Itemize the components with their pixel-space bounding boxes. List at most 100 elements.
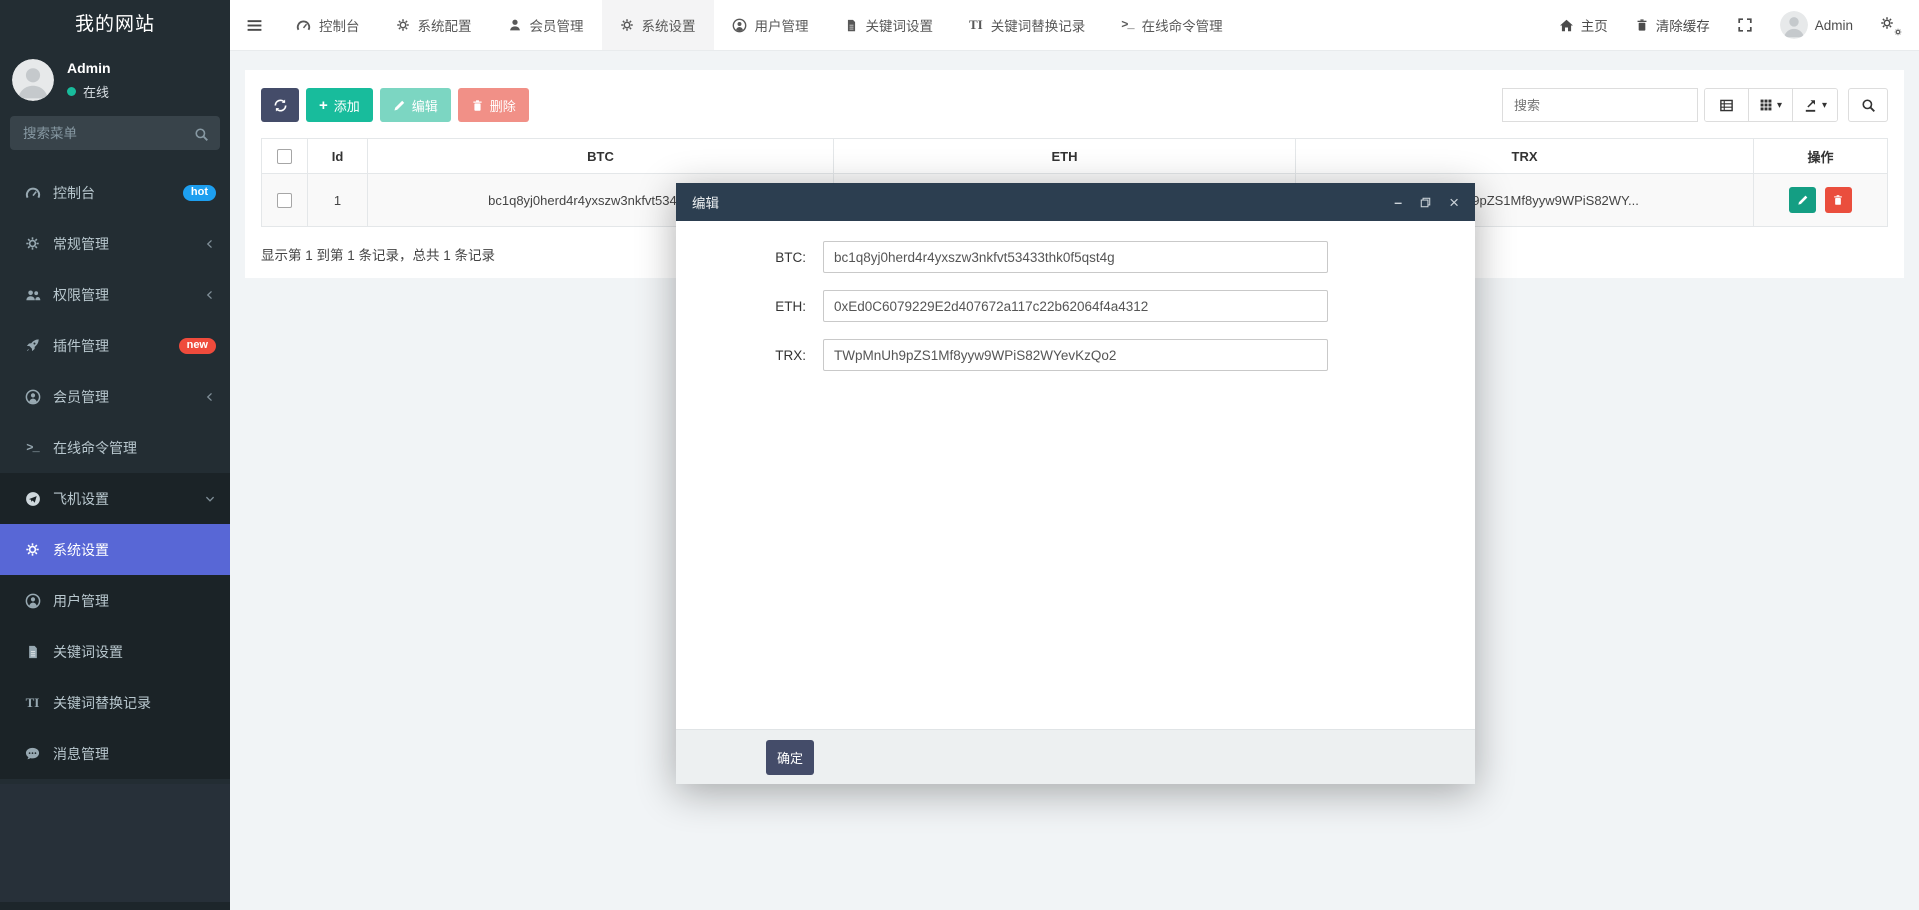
comment-icon (21, 746, 44, 761)
sidebar-item-auth[interactable]: 权限管理 (0, 269, 230, 320)
sidebar-item-general[interactable]: 常规管理 (0, 218, 230, 269)
fullscreen-button[interactable] (1737, 17, 1753, 33)
column-header-actions: 操作 (1754, 139, 1888, 174)
refresh-button[interactable] (261, 88, 299, 122)
restore-icon (1419, 196, 1432, 209)
topnav-username: Admin (1815, 18, 1853, 33)
menu-toggle-button[interactable] (230, 0, 278, 50)
tab-label: 系统设置 (642, 15, 696, 35)
export-icon (1803, 98, 1818, 113)
tab-online-command[interactable]: >_ 在线命令管理 (1103, 0, 1240, 50)
caret-down-icon: ▾ (1822, 100, 1827, 111)
row-edit-button[interactable] (1789, 187, 1816, 213)
tab-label: 控制台 (319, 15, 360, 35)
sidebar-item-dashboard[interactable]: 控制台 hot (0, 167, 230, 218)
tab-label: 系统配置 (418, 15, 472, 35)
column-header-trx[interactable]: TRX (1296, 139, 1754, 174)
topnav-right: 主页 清除缓存 Admin (1559, 0, 1919, 50)
tab-keyword-settings[interactable]: 关键词设置 (827, 0, 952, 50)
sidebar-item-user-management[interactable]: 用户管理 (0, 575, 230, 626)
home-button[interactable]: 主页 (1559, 15, 1608, 35)
users-icon (21, 287, 44, 303)
export-dropdown-button[interactable]: ▾ (1793, 89, 1837, 121)
tab-keyword-replace-log[interactable]: TI 关键词替换记录 (951, 0, 1103, 50)
trash-icon (471, 99, 484, 112)
maximize-button[interactable] (1419, 196, 1432, 209)
minimize-button[interactable]: – (1394, 195, 1402, 209)
row-checkbox[interactable] (277, 193, 292, 208)
row-delete-button[interactable] (1825, 187, 1852, 213)
tab-system-settings[interactable]: 系统设置 (602, 0, 714, 50)
delete-button[interactable]: 删除 (458, 88, 529, 122)
gear-icon (620, 18, 634, 32)
sidebar-item-label: 关键词替换记录 (53, 693, 216, 713)
add-button[interactable]: + 添加 (306, 88, 373, 122)
table-search-box (1502, 88, 1698, 122)
table-search-input[interactable] (1502, 88, 1698, 122)
user-panel: Admin 在线 (0, 50, 230, 114)
tab-members[interactable]: 会员管理 (490, 0, 602, 50)
search-icon (194, 125, 209, 142)
refresh-icon (273, 98, 288, 113)
edit-dialog: 编辑 – × BTC: ETH: TRX: (676, 183, 1475, 784)
avatar (1780, 11, 1808, 39)
clear-cache-label: 清除缓存 (1656, 15, 1710, 35)
admin-screen: 我的网站 Admin 在线 控制台 hot (0, 0, 1919, 910)
user-circle-icon (21, 593, 44, 609)
table-view-icon (1719, 98, 1734, 113)
sidebar-item-label: 常规管理 (53, 234, 204, 254)
dialog-title: 编辑 (692, 192, 719, 212)
hot-badge: hot (183, 185, 216, 201)
confirm-button[interactable]: 确定 (766, 740, 814, 775)
dialog-header[interactable]: 编辑 – × (676, 183, 1475, 221)
tab-dashboard[interactable]: 控制台 (278, 0, 378, 50)
toolbar-right: ▾ ▾ (1502, 88, 1888, 122)
edit-button[interactable]: 编辑 (380, 88, 451, 122)
gear-icon (396, 18, 410, 32)
tab-label: 关键词设置 (866, 15, 934, 35)
toggle-view-button[interactable] (1705, 89, 1749, 121)
sidebar-item-label: 会员管理 (53, 387, 204, 407)
online-dot-icon (67, 87, 76, 96)
sidebar-item-system-settings[interactable]: 系统设置 (0, 524, 230, 575)
sidebar-strip (0, 902, 230, 910)
form-row-trx: TRX: (676, 339, 1475, 371)
eth-field[interactable] (823, 290, 1328, 322)
user-menu[interactable]: Admin (1780, 11, 1853, 39)
settings-menu-button[interactable] (1880, 16, 1900, 34)
home-label: 主页 (1581, 15, 1608, 35)
tab-label: 关键词替换记录 (991, 15, 1086, 35)
search-toggle-button[interactable] (1848, 88, 1888, 122)
sidebar-item-addon[interactable]: 插件管理 new (0, 320, 230, 371)
text-height-icon: TI (21, 695, 44, 711)
gauge-icon (21, 185, 44, 201)
column-header-btc[interactable]: BTC (368, 139, 834, 174)
tab-system-config[interactable]: 系统配置 (378, 0, 490, 50)
home-icon (1559, 18, 1574, 33)
column-header-eth[interactable]: ETH (834, 139, 1296, 174)
trx-field[interactable] (823, 339, 1328, 371)
sidebar-item-label: 控制台 (53, 183, 183, 203)
row-select-cell (262, 174, 308, 227)
chevron-left-icon (204, 289, 216, 301)
sidebar-item-message-management[interactable]: 消息管理 (0, 728, 230, 779)
btc-field[interactable] (823, 241, 1328, 273)
clear-cache-button[interactable]: 清除缓存 (1635, 15, 1710, 35)
sidebar-item-telegram-settings[interactable]: 飞机设置 (0, 473, 230, 524)
tab-user-management[interactable]: 用户管理 (714, 0, 827, 50)
column-header-id[interactable]: Id (308, 139, 368, 174)
columns-dropdown-button[interactable]: ▾ (1749, 89, 1793, 121)
select-all-checkbox[interactable] (277, 149, 292, 164)
sidebar-item-members[interactable]: 会员管理 (0, 371, 230, 422)
sidebar-item-label: 系统设置 (53, 540, 216, 560)
search-icon (1861, 98, 1876, 113)
close-button[interactable]: × (1449, 194, 1459, 211)
sidebar-item-keyword-settings[interactable]: 关键词设置 (0, 626, 230, 677)
chevron-left-icon (204, 391, 216, 403)
dialog-footer: 确定 (676, 729, 1475, 784)
edit-label: 编辑 (412, 96, 438, 115)
sidebar-item-command[interactable]: >_ 在线命令管理 (0, 422, 230, 473)
pencil-icon (393, 99, 406, 112)
sidebar-item-keyword-replace-log[interactable]: TI 关键词替换记录 (0, 677, 230, 728)
menu-search-input[interactable] (10, 116, 220, 150)
